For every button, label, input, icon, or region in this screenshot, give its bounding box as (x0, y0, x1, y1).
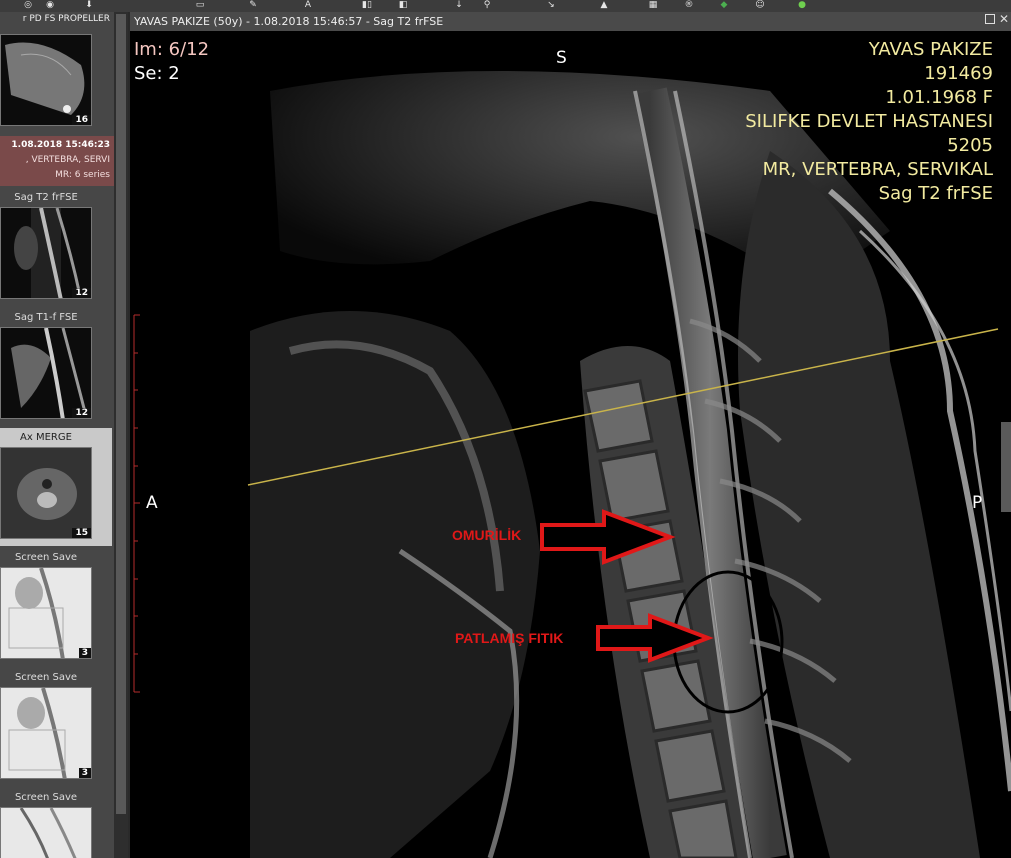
face-icon[interactable]: ☺ (750, 0, 770, 10)
axial-neck-image (1, 448, 91, 538)
screen-save-image (1, 808, 91, 858)
windowing-icon[interactable]: ◧ (396, 0, 410, 10)
cervical-spine-mri-image (130, 31, 1011, 858)
layout-icon[interactable]: ▭ (190, 0, 210, 10)
close-icon[interactable]: ✕ (999, 13, 1009, 25)
study-datetime: 1.08.2018 15:46:23 (11, 140, 110, 150)
series-label[interactable]: Sag T2 frFSE (0, 192, 92, 203)
toolbar: ◎ ◉ ⬇ ▭ ✎ A ▮▯ ◧ ↓ ⚲ ↘ ▲ ▦ ® ◆ ☺ ● (0, 0, 1011, 12)
keyboard-icon[interactable]: ▦ (640, 0, 666, 10)
spine-sagittal-image (14, 208, 83, 298)
orientation-anterior: A (146, 493, 158, 513)
series-label[interactable]: Ax MERGE (0, 432, 92, 443)
green-diamond-icon[interactable]: ◆ (716, 0, 732, 10)
triangle-icon[interactable]: ▲ (596, 0, 612, 10)
series-thumbnail[interactable] (0, 807, 92, 858)
study-description: MR, VERTEBRA, SERVIKAL (762, 159, 993, 180)
text-tool-icon[interactable]: A (300, 0, 316, 10)
globe-icon[interactable]: ◎ (22, 0, 34, 10)
orientation-posterior: P (972, 493, 983, 513)
dicom-icon[interactable]: ◉ (44, 0, 56, 10)
series-label[interactable]: Screen Save (0, 552, 92, 563)
measure-icon[interactable]: ✎ (244, 0, 262, 10)
series-thumbnail[interactable]: 12 (0, 207, 92, 299)
bookmark-icon[interactable]: ▮▯ (352, 0, 382, 10)
orientation-superior: S (556, 48, 567, 68)
image-count-badge: 3 (78, 648, 91, 658)
image-index: Im: 6/12 (134, 39, 210, 60)
image-count-badge: 12 (72, 408, 91, 418)
study-description: , VERTEBRA, SERVI (25, 155, 110, 165)
maximize-icon[interactable] (985, 14, 995, 24)
viewport-titlebar: YAVAS PAKIZE (50y) - 1.08.2018 15:46:57 … (130, 12, 1011, 31)
series-label[interactable]: Sag T1-f FSE (0, 312, 92, 323)
spine-sagittal-t1-image (11, 328, 89, 418)
series-index: Se: 2 (134, 63, 180, 84)
patient-name: YAVAS PAKIZE (868, 39, 993, 60)
image-count-badge: 3 (78, 768, 91, 778)
study-code: 5205 (947, 135, 993, 156)
image-count-badge: 15 (72, 528, 91, 538)
herniated-disc-label[interactable]: PATLAMIŞ FITIK (455, 630, 563, 646)
series-thumbnail[interactable]: 3 (0, 567, 92, 659)
series-label[interactable]: Screen Save (0, 672, 92, 683)
series-description: Sag T2 frFSE (878, 183, 993, 204)
link-icon[interactable]: ⚲ (476, 0, 498, 10)
series-thumbnail[interactable]: 12 (0, 327, 92, 419)
series-label[interactable]: Screen Save (0, 792, 92, 803)
series-thumbnail[interactable]: 3 (0, 687, 92, 779)
cursor-icon[interactable]: ↘ (544, 0, 558, 10)
green-circle-icon[interactable]: ● (794, 0, 810, 10)
viewport-title: YAVAS PAKIZE (50y) - 1.08.2018 15:46:57 … (134, 15, 444, 28)
series-thumbnail[interactable]: 16 (0, 34, 92, 126)
shoulder-mri-image (5, 42, 85, 115)
download-icon[interactable]: ⬇ (82, 0, 96, 10)
screen-save-image (1, 688, 91, 778)
top-series-label: r PD FS PROPELLER (22, 14, 110, 24)
spinal-cord-label[interactable]: OMURİLİK (452, 527, 521, 543)
series-thumbnail[interactable]: 15 (0, 447, 92, 539)
patient-id: 191469 (924, 63, 993, 84)
institution-name: SILIFKE DEVLET HASTANESI (745, 111, 993, 132)
series-panel: r PD FS PROPELLER 16 1.08.2018 15:46:23 … (0, 12, 114, 858)
viewport-scrollbar[interactable] (1001, 422, 1011, 512)
report-icon[interactable]: ® (680, 0, 698, 10)
birth-date-sex: 1.01.1968 F (885, 87, 993, 108)
image-count-badge: 16 (72, 115, 91, 125)
arrow-down-icon[interactable]: ↓ (452, 0, 466, 10)
screen-save-image (1, 568, 91, 658)
image-count-badge: 12 (72, 288, 91, 298)
study-series-count: MR: 6 series (55, 170, 110, 180)
study-info-block[interactable]: 1.08.2018 15:46:23 , VERTEBRA, SERVI MR:… (0, 136, 114, 186)
series-panel-scrollbar-thumb[interactable] (116, 14, 126, 814)
image-viewport[interactable]: YAVAS PAKIZE (50y) - 1.08.2018 15:46:57 … (130, 12, 1011, 858)
